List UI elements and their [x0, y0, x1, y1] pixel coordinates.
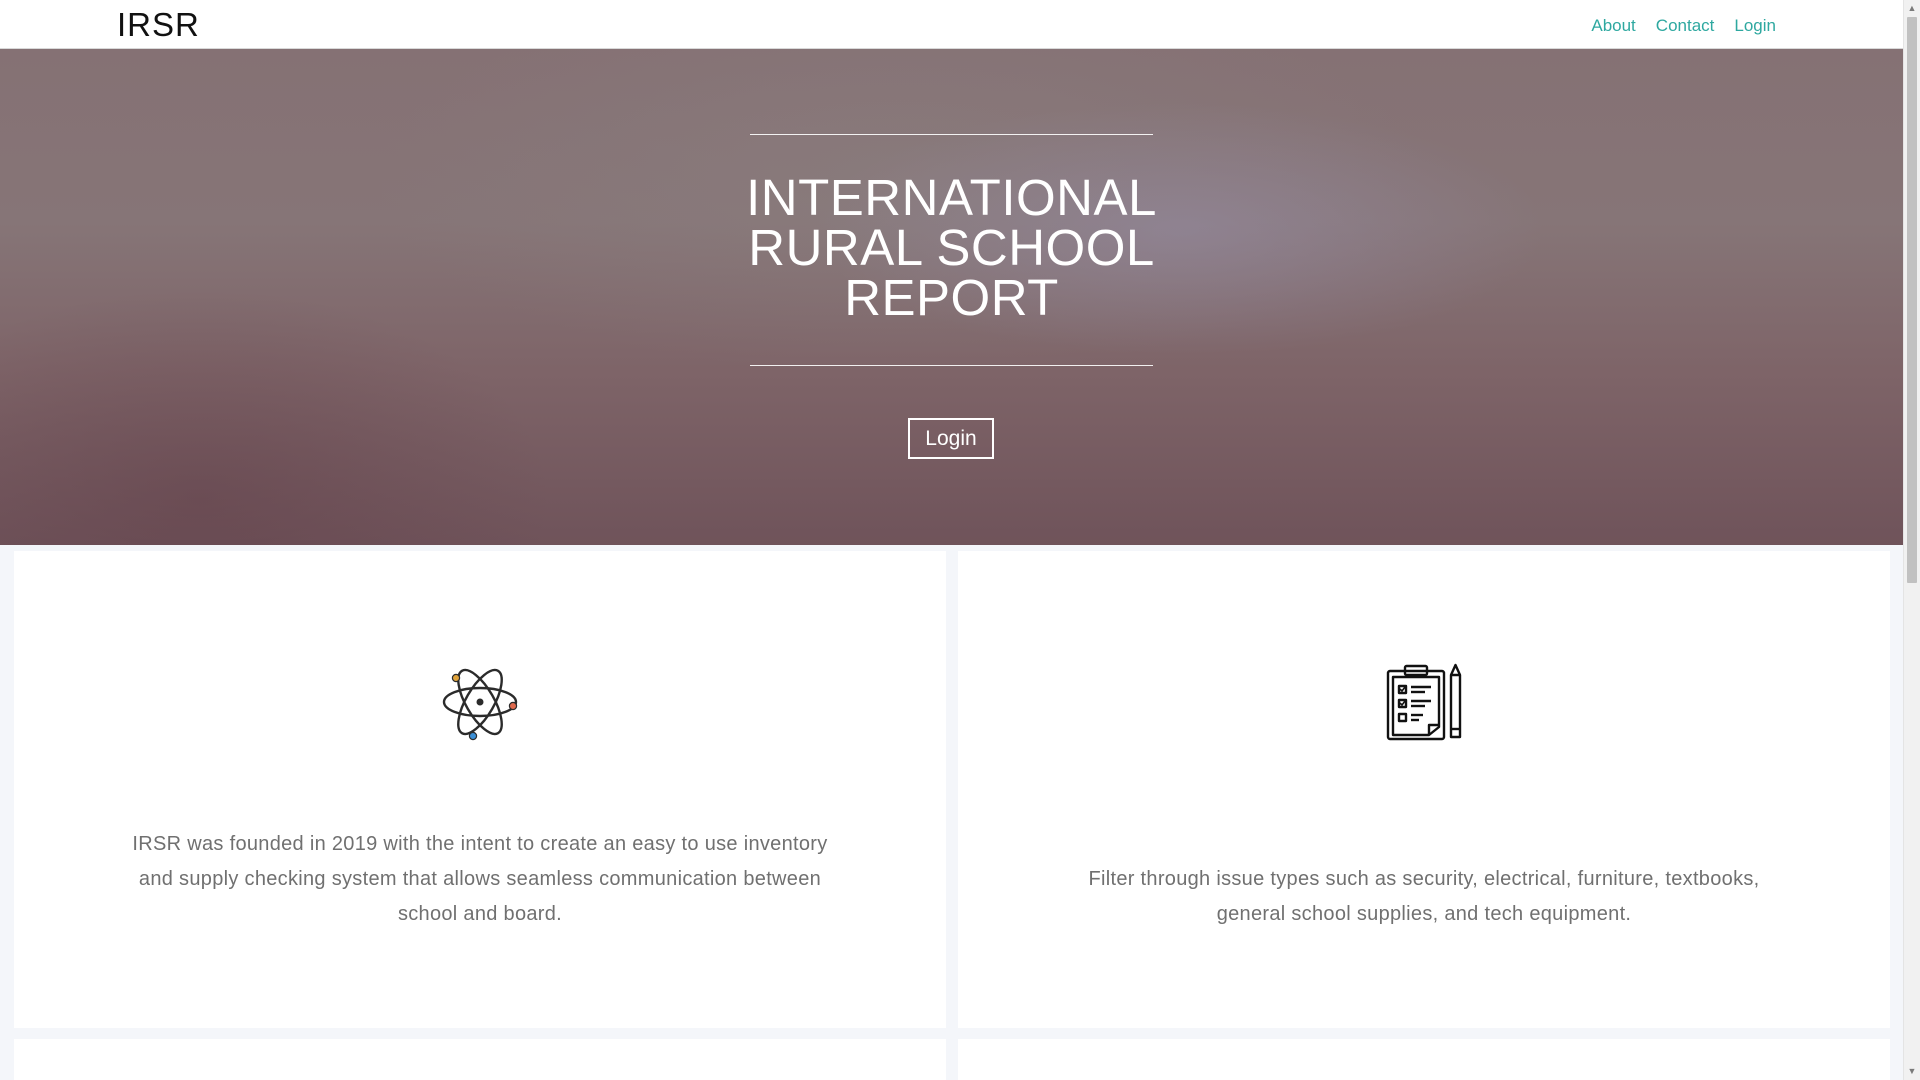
navbar: IRSR About Contact Login	[0, 0, 1903, 49]
clipboard-checklist-icon	[1386, 663, 1462, 741]
feature-card-about: IRSR was founded in 2019 with the intent…	[14, 551, 946, 1028]
vertical-scrollbar[interactable]: ▲ ▼	[1903, 0, 1920, 1080]
feature-card-filter: Filter through issue types such as secur…	[958, 551, 1890, 1028]
scroll-up-arrow-icon[interactable]: ▲	[1904, 0, 1920, 17]
nav-link-about[interactable]: About	[1591, 16, 1635, 36]
nav-link-login[interactable]: Login	[1734, 16, 1776, 36]
about-description: IRSR was founded in 2019 with the intent…	[132, 833, 828, 925]
nav-links: About Contact Login	[1591, 16, 1776, 36]
atom-icon	[442, 668, 518, 741]
scrollbar-thumb[interactable]	[1907, 17, 1917, 583]
hero-banner: INTERNATIONAL RURAL SCHOOL REPORT Login	[0, 49, 1903, 545]
page: IRSR About Contact Login INTERNATIONAL R…	[0, 0, 1920, 1080]
nav-link-contact[interactable]: Contact	[1656, 16, 1715, 36]
hero-title: INTERNATIONAL RURAL SCHOOL REPORT	[746, 169, 1157, 326]
scroll-down-arrow-icon[interactable]: ▼	[1904, 1063, 1920, 1080]
filter-description: Filter through issue types such as secur…	[1088, 868, 1760, 925]
feature-card-lower-right	[958, 1039, 1890, 1080]
hero-top-divider	[750, 134, 1153, 135]
feature-card-lower-left	[14, 1039, 946, 1080]
brand-logo[interactable]: IRSR	[117, 6, 200, 44]
hero-bottom-divider	[750, 365, 1153, 366]
hero-login-button[interactable]: Login	[908, 418, 994, 459]
